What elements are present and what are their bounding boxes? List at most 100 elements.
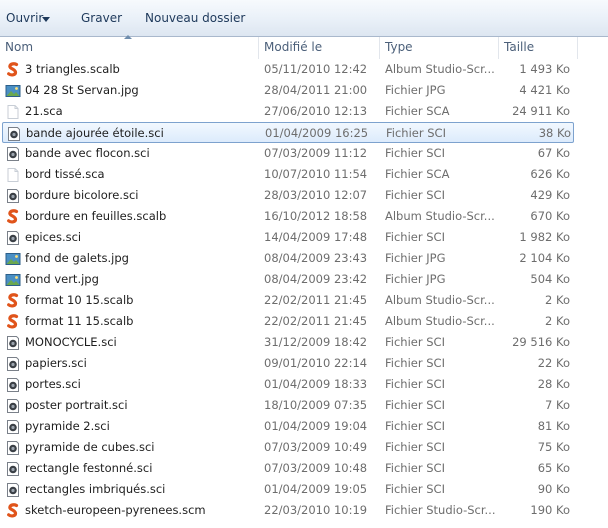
sci-icon [5,377,21,393]
file-type: Fichier SCI [385,419,445,433]
file-row[interactable]: bordure en feuilles.scalb 16/10/2012 18:5… [2,206,574,227]
file-type: Fichier SCI [385,377,445,391]
file-row[interactable]: papiers.sci 09/01/2010 22:14 Fichier SCI 22… [2,353,574,374]
file-name: rectangles imbriqués.sci [25,482,166,496]
file-size: 65 Ko [537,461,570,475]
file-row[interactable]: pyramide de cubes.sci 07/03/2009 10:49 Fic… [2,437,574,458]
file-row[interactable]: sketch-europeen-pyrenees.scm 22/03/2010 1… [2,500,574,521]
column-header-bar: Nom Modifié le Type Taille [0,35,608,59]
sci-icon [5,335,21,351]
file-type: Album Studio-Scr... [385,62,495,76]
file-row[interactable]: MONOCYCLE.sci 31/12/2009 18:42 Fichier SCI… [2,332,574,353]
sci-icon [5,230,21,246]
file-row[interactable]: bordure bicolore.sci 28/03/2010 12:07 Fich… [2,185,574,206]
file-type: Fichier SCI [385,146,445,160]
file-type: Album Studio-Scr... [385,209,495,223]
file-name: poster portrait.sci [25,398,128,412]
file-row[interactable]: pyramide 2.sci 01/04/2009 19:04 Fichier SC… [2,416,574,437]
file-modified-date: 22/03/2010 10:19 [264,503,368,517]
file-row[interactable]: 04 28 St Servan.jpg 28/04/2011 21:00 Fichi… [2,80,574,101]
file-type: Fichier SCI [385,482,445,496]
file-row[interactable]: 21.sca 27/06/2010 12:13 Fichier SCA 24 911 … [2,101,574,122]
file-type: Fichier JPG [385,83,446,97]
file-type: Fichier SCA [385,104,450,118]
file-type: Fichier SCI [385,398,445,412]
file-name: bord tissé.sca [25,167,105,181]
file-type: Fichier SCI [385,230,445,244]
file-row[interactable]: bord tissé.sca 10/07/2010 11:54 Fichier SC… [2,164,574,185]
file-modified-date: 07/03/2009 10:49 [264,440,368,454]
command-bar: Ouvrir Graver Nouveau dossier [0,0,608,37]
file-type: Fichier SCI [385,356,445,370]
column-header-modified[interactable]: Modifié le [259,37,379,59]
file-size: 28 Ko [537,377,570,391]
file-type: Fichier Studio-Scr... [385,503,496,517]
file-name: portes.sci [25,377,81,391]
file-size: 670 Ko [530,209,570,223]
file-name: bande ajourée étoile.sci [26,126,164,140]
file-modified-date: 07/03/2009 11:12 [264,146,368,160]
file-size: 24 911 Ko [512,104,570,118]
file-row[interactable]: fond vert.jpg 08/04/2009 23:42 Fichier JPG… [2,269,574,290]
jpg-icon [5,272,21,288]
sci-icon [5,146,21,162]
sci-icon [5,398,21,414]
file-size: 38 Ko [538,126,571,140]
sort-ascending-icon [124,35,132,39]
file-size: 81 Ko [537,419,570,433]
sci-icon [5,461,21,477]
file-size: 429 Ko [530,188,570,202]
file-size: 29 516 Ko [512,335,570,349]
file-name: bordure bicolore.sci [25,188,139,202]
file-name: bande avec flocon.sci [25,146,150,160]
file-modified-date: 31/12/2009 18:42 [264,335,368,349]
scalb-icon [5,62,21,78]
file-modified-date: 01/04/2009 19:04 [264,419,368,433]
file-row[interactable]: rectangle festonné.sci 07/03/2009 10:48 Fi… [2,458,574,479]
column-header-type[interactable]: Type [380,37,498,59]
file-name: 3 triangles.scalb [25,62,120,76]
file-row[interactable]: format 11 15.scalb 22/02/2011 21:45 Album … [2,311,574,332]
file-row[interactable]: portes.sci 01/04/2009 18:33 Fichier SCI 28 … [2,374,574,395]
file-modified-date: 09/01/2010 22:14 [264,356,368,370]
column-divider[interactable] [577,37,578,59]
file-size: 22 Ko [537,356,570,370]
column-header-modified-label: Modifié le [264,40,323,54]
file-modified-date: 01/04/2009 16:25 [265,126,369,140]
new-folder-button[interactable]: Nouveau dossier [145,11,245,25]
chevron-down-icon[interactable] [42,17,50,22]
file-type: Fichier SCI [385,461,445,475]
sci-icon [5,482,21,498]
file-row[interactable]: poster portrait.sci 18/10/2009 07:35 Fichi… [2,395,574,416]
file-row[interactable]: fond de galets.jpg 08/04/2009 23:43 Fichie… [2,248,574,269]
file-name: format 10 15.scalb [25,293,134,307]
file-name: format 11 15.scalb [25,314,134,328]
file-name: 04 28 St Servan.jpg [25,83,139,97]
sca-icon [5,167,21,183]
file-name: bordure en feuilles.scalb [25,209,167,223]
file-size: 4 421 Ko [519,83,570,97]
file-row[interactable]: epices.sci 14/04/2009 17:48 Fichier SCI 1 9… [2,227,574,248]
jpg-icon [5,251,21,267]
file-size: 626 Ko [530,167,570,181]
file-size: 504 Ko [530,272,570,286]
file-name: fond vert.jpg [25,272,99,286]
file-size: 1 982 Ko [519,230,570,244]
file-size: 90 Ko [537,482,570,496]
column-header-name[interactable]: Nom [0,35,258,59]
column-header-size[interactable]: Taille [499,37,577,59]
file-modified-date: 10/07/2010 11:54 [264,167,368,181]
column-header-size-label: Taille [504,40,535,54]
burn-button[interactable]: Graver [81,11,122,25]
file-row[interactable]: bande ajourée étoile.sci 01/04/2009 16:25… [2,122,574,143]
file-row[interactable]: bande avec flocon.sci 07/03/2009 11:12 Fic… [2,143,574,164]
open-button[interactable]: Ouvrir [6,11,43,25]
file-modified-date: 16/10/2012 18:58 [264,209,368,223]
file-modified-date: 08/04/2009 23:42 [264,272,368,286]
file-row[interactable]: format 10 15.scalb 22/02/2011 21:45 Album … [2,290,574,311]
column-header-name-label: Nom [5,40,34,54]
file-name: pyramide 2.sci [25,419,110,433]
file-row[interactable]: rectangles imbriqués.sci 01/04/2009 19:05… [2,479,574,500]
file-name: rectangle festonné.sci [25,461,153,475]
file-row[interactable]: 3 triangles.scalb 05/11/2010 12:42 Album S… [2,59,574,80]
